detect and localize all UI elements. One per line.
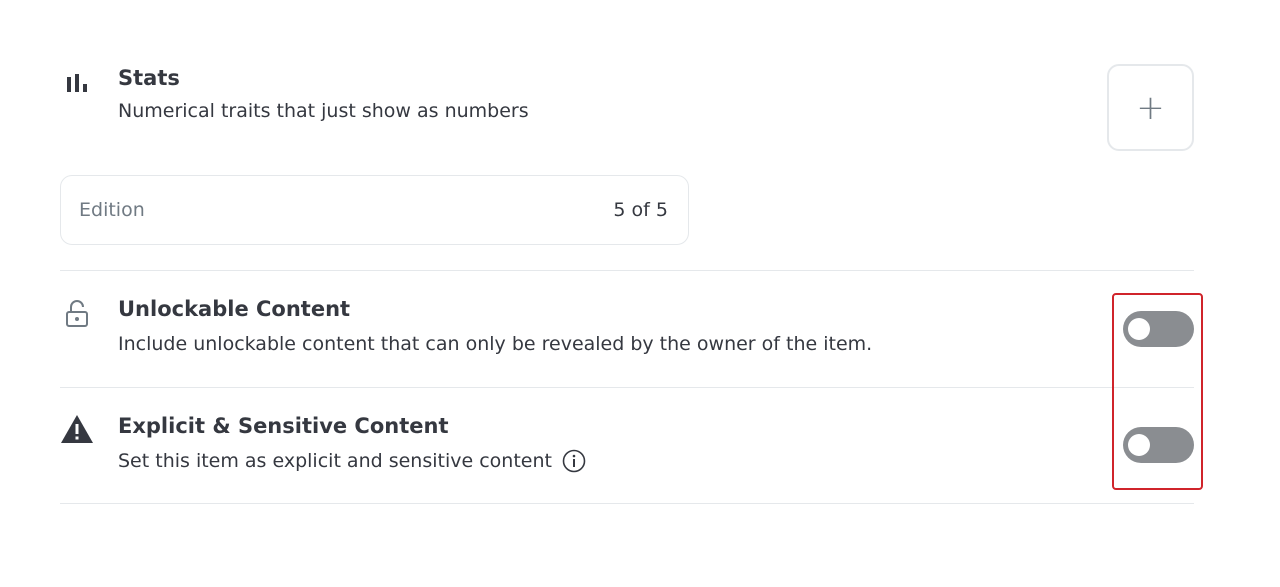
explicit-description-row: Set this item as explicit and sensitive … <box>118 449 586 473</box>
unlockable-title: Unlockable Content <box>118 297 351 321</box>
stat-item-edition: Edition 5 of 5 <box>60 175 689 245</box>
warning-icon <box>60 412 94 446</box>
divider <box>60 387 1194 388</box>
stats-description: Numerical traits that just show as numbe… <box>118 100 529 122</box>
unlockable-section: Unlockable Content Include unlockable co… <box>60 295 1194 365</box>
stats-title: Stats <box>118 66 180 90</box>
toggle-knob <box>1128 434 1150 456</box>
divider <box>60 270 1194 271</box>
unlockable-description: Include unlockable content that can only… <box>118 333 873 355</box>
divider <box>60 503 1194 504</box>
toggle-knob <box>1128 318 1150 340</box>
info-icon[interactable] <box>562 449 586 473</box>
explicit-toggle[interactable] <box>1123 427 1194 463</box>
explicit-title: Explicit & Sensitive Content <box>118 414 449 438</box>
lock-icon <box>60 297 94 331</box>
stat-value: 5 of 5 <box>613 199 668 221</box>
add-stat-button[interactable]: + <box>1107 64 1194 151</box>
explicit-section: Explicit & Sensitive Content Set this it… <box>60 412 1194 482</box>
bar-chart-icon <box>60 66 94 100</box>
settings-panel: Stats Numerical traits that just show as… <box>0 0 1280 587</box>
unlockable-toggle[interactable] <box>1123 311 1194 347</box>
stat-label: Edition <box>79 199 145 221</box>
plus-icon: + <box>1136 87 1165 128</box>
stats-section: Stats Numerical traits that just show as… <box>60 62 1194 157</box>
explicit-description: Set this item as explicit and sensitive … <box>118 450 552 472</box>
